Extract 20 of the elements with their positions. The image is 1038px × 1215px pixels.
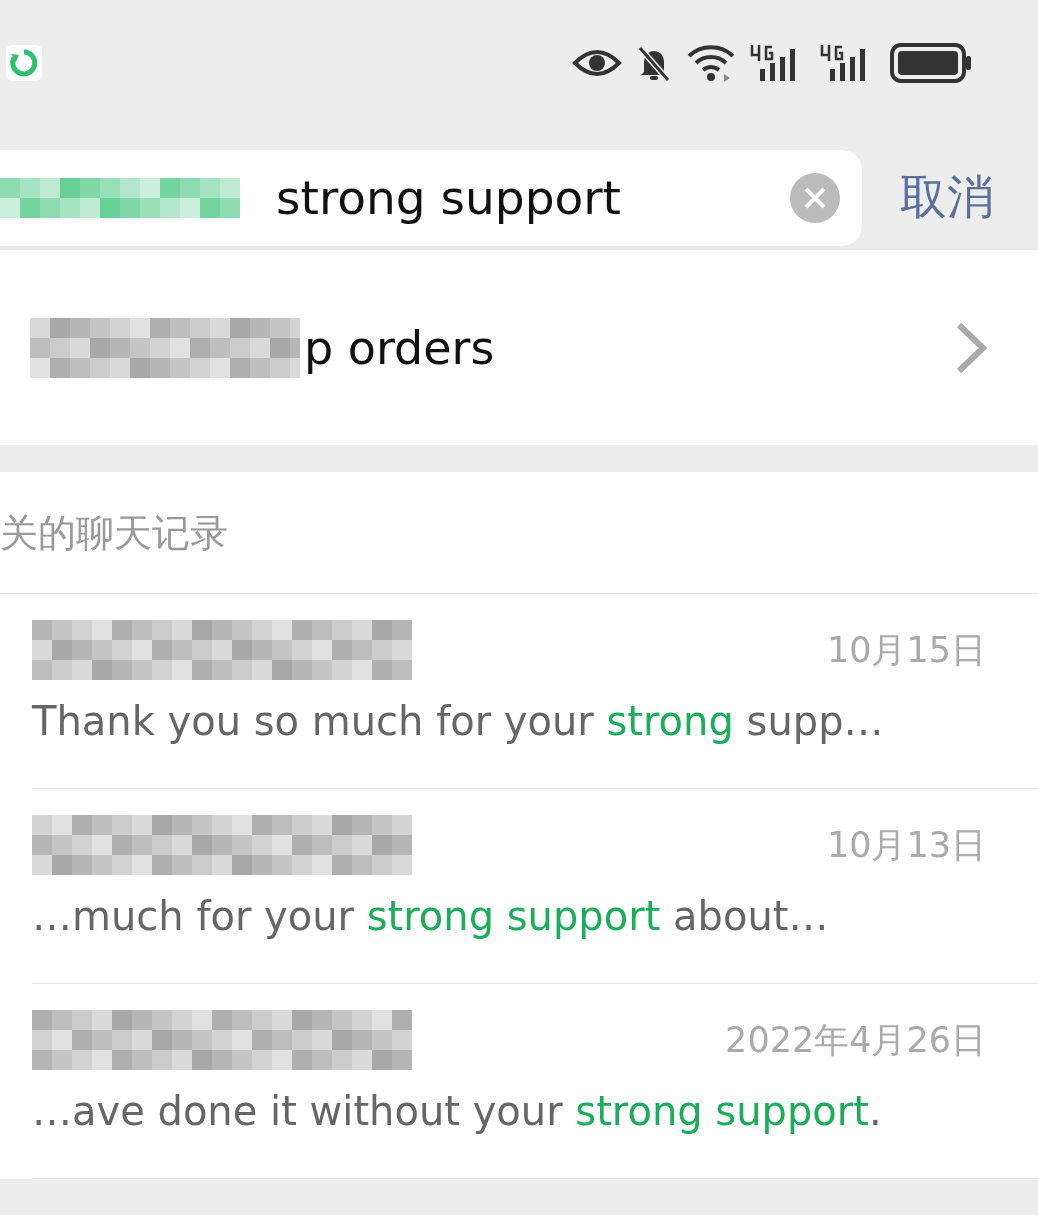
chat-result-row[interactable]: 10月15日 Thank you so much for your strong supp… <box>32 594 1038 789</box>
clear-button[interactable] <box>790 172 840 223</box>
section-heading: 关的聊天记录 <box>0 472 1038 594</box>
chat-date: 10月13日 <box>826 823 986 867</box>
chevron-right-icon <box>954 321 988 374</box>
message-snippet: …ave done it without your strong support. <box>32 1088 883 1134</box>
wifi-icon <box>686 43 736 82</box>
message-snippet: …much for your strong support about… <box>32 893 830 939</box>
chat-result-row[interactable]: 2022年4月26日 …ave done it without your strong support. <box>32 984 1038 1179</box>
chat-date: 10月15日 <box>826 628 986 672</box>
chat-result-row[interactable]: 10月13日 …much for your strong support about… <box>32 789 1038 984</box>
app-icon <box>6 44 42 81</box>
result-title: p orders <box>304 320 496 375</box>
battery-icon <box>890 42 972 83</box>
close-icon <box>804 186 826 209</box>
cancel-button[interactable]: 取消 <box>900 166 994 229</box>
result-row[interactable]: p orders <box>0 250 1038 445</box>
search-field[interactable]: strong support <box>0 149 862 246</box>
chat-date: 2022年4月26日 <box>725 1018 986 1062</box>
message-snippet: Thank you so much for your strong supp… <box>32 698 885 744</box>
